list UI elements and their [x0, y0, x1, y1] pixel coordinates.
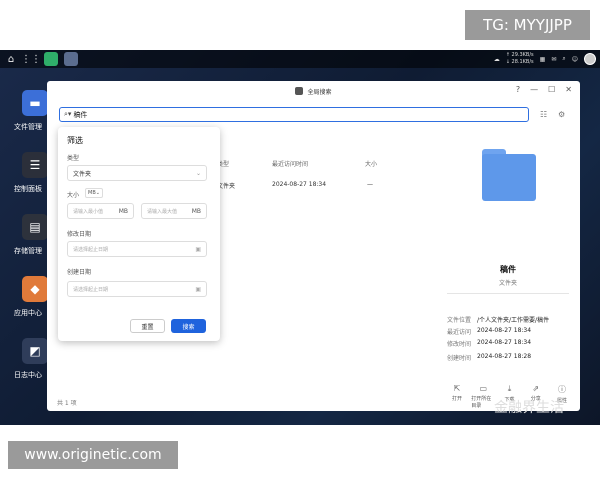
minimize-icon[interactable]: — [530, 85, 538, 94]
created-date-input[interactable]: 请选择起止日期 ▣ [67, 281, 207, 297]
search-input[interactable]: ⌕▾ 稿件 [59, 107, 529, 122]
cloud-icon[interactable]: ☁ [494, 56, 500, 63]
taskbar-app-search-icon[interactable] [64, 52, 78, 66]
open-icon: ⇱ [453, 384, 461, 393]
search-icon[interactable]: ⌕ [562, 55, 565, 63]
filter-title: 筛选 [67, 136, 83, 145]
calendar-icon: ▣ [195, 285, 201, 293]
share-icon: ⇗ [532, 384, 540, 393]
type-select[interactable]: 文件夹 ⌄ [67, 165, 207, 181]
watermark-bottom-left: www.originetic.com [8, 441, 178, 469]
filter-popover: 筛选 类型 文件夹 ⌄ 大小 MB ⌄ 请输入最小值 MB 请输入最大值 MB 修… [58, 127, 220, 341]
filter-created-label: 创建日期 [67, 269, 92, 276]
screen: ⌂ ⋮⋮ ☁ ↑ 29.3KB/s ↓ 28.1KB/s ▦ ✉ ⌕ ☺ ▬ 文… [0, 0, 600, 480]
filter-size-label: 大小 [67, 192, 80, 199]
log-center-icon[interactable]: ◩ [22, 338, 48, 364]
preview-access: 最近访问 2024-08-27 18:34 [447, 327, 532, 336]
window-title: 全局搜索 [307, 88, 332, 96]
taskbar-app-green-icon[interactable] [44, 52, 58, 66]
control-panel-icon[interactable]: ☰ [22, 152, 48, 178]
filter-modified-label: 修改日期 [67, 231, 92, 238]
download-icon: ⤓ [507, 384, 512, 393]
folder-open-icon: ▭ [479, 384, 488, 393]
window-titlebar[interactable]: 全局搜索 ? — ☐ ✕ [47, 81, 580, 101]
avatar[interactable] [584, 53, 596, 65]
widgets-icon[interactable]: ▦ [540, 56, 546, 63]
open-location-button[interactable]: ▭ 打开所在目录 [471, 384, 495, 409]
preview-panel: 稿件 文件夹 文件位置 /个人文件夹/工作需要/稿件 最近访问 2024-08-… [447, 131, 569, 411]
open-button[interactable]: ⇱ 打开 [445, 384, 469, 409]
size-unit-select[interactable]: MB ⌄ [85, 188, 103, 198]
preview-name: 稿件 [500, 265, 516, 274]
search-app-icon [295, 87, 304, 95]
column-modified[interactable]: 最近访问时间 [272, 159, 308, 169]
result-time[interactable]: 2024-08-27 18:34 [272, 181, 326, 188]
maximize-icon[interactable]: ☐ [548, 85, 555, 94]
watermark-bottom-right: 金融界生活 [494, 400, 564, 416]
settings-icon[interactable]: ⚙ [558, 110, 565, 119]
column-size[interactable]: 大小 [365, 159, 377, 169]
preview-type: 文件夹 [498, 280, 517, 287]
watermark-top: TG: MYYJJPP [465, 10, 590, 40]
app-center-icon[interactable]: ◆ [22, 276, 48, 302]
app-grid-icon[interactable]: ⋮⋮ [21, 52, 41, 66]
help-icon[interactable]: ? [516, 85, 520, 94]
preview-modified: 修改时间 2024-08-27 18:34 [447, 339, 532, 348]
filter-type-label: 类型 [67, 155, 80, 162]
info-icon: ⓘ [558, 385, 566, 394]
modified-date-input[interactable]: 请选择起止日期 ▣ [67, 241, 207, 257]
network-speed: ↑ 29.3KB/s ↓ 28.1KB/s [505, 52, 534, 65]
size-min-input[interactable]: 请输入最小值 MB [67, 203, 134, 219]
result-size[interactable]: — [367, 181, 373, 188]
message-icon[interactable]: ✉ [551, 56, 556, 63]
user-icon[interactable]: ☺ [572, 56, 578, 63]
close-icon[interactable]: ✕ [565, 85, 572, 94]
size-max-input[interactable]: 请输入最大值 MB [141, 203, 207, 219]
desktop: ⌂ ⋮⋮ ☁ ↑ 29.3KB/s ↓ 28.1KB/s ▦ ✉ ⌕ ☺ ▬ 文… [0, 50, 600, 425]
reset-button[interactable]: 重置 [130, 319, 165, 333]
folder-icon [482, 149, 536, 201]
calendar-icon: ▣ [195, 245, 201, 253]
preview-location: 文件位置 /个人文件夹/工作需要/稿件 [447, 317, 550, 324]
status-count: 共 1 项 [57, 400, 77, 407]
list-view-icon[interactable]: ☷ [540, 110, 547, 119]
storage-manager-icon[interactable]: ▤ [22, 214, 48, 240]
chevron-down-icon: ⌄ [195, 169, 201, 177]
file-manager-icon[interactable]: ▬ [22, 90, 48, 116]
search-value: 稿件 [73, 110, 88, 119]
search-icon: ⌕▾ [64, 110, 72, 118]
search-button[interactable]: 搜索 [171, 319, 206, 333]
home-icon[interactable]: ⌂ [4, 52, 18, 66]
top-bar: ⌂ ⋮⋮ ☁ ↑ 29.3KB/s ↓ 28.1KB/s ▦ ✉ ⌕ ☺ [0, 50, 600, 68]
divider [447, 293, 569, 294]
preview-created: 创建时间 2024-08-27 18:28 [447, 353, 532, 362]
